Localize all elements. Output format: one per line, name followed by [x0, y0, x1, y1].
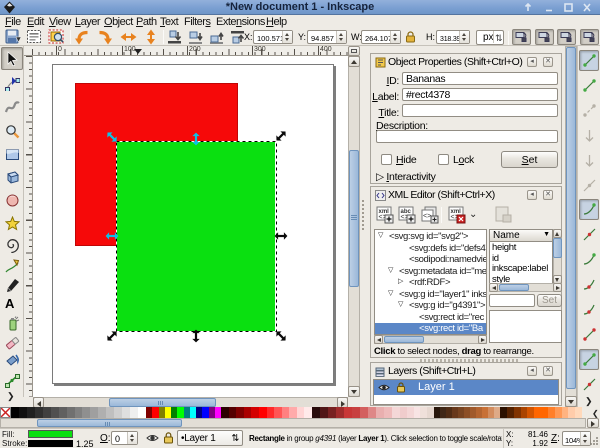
svg-text:<>: <>	[423, 213, 431, 220]
